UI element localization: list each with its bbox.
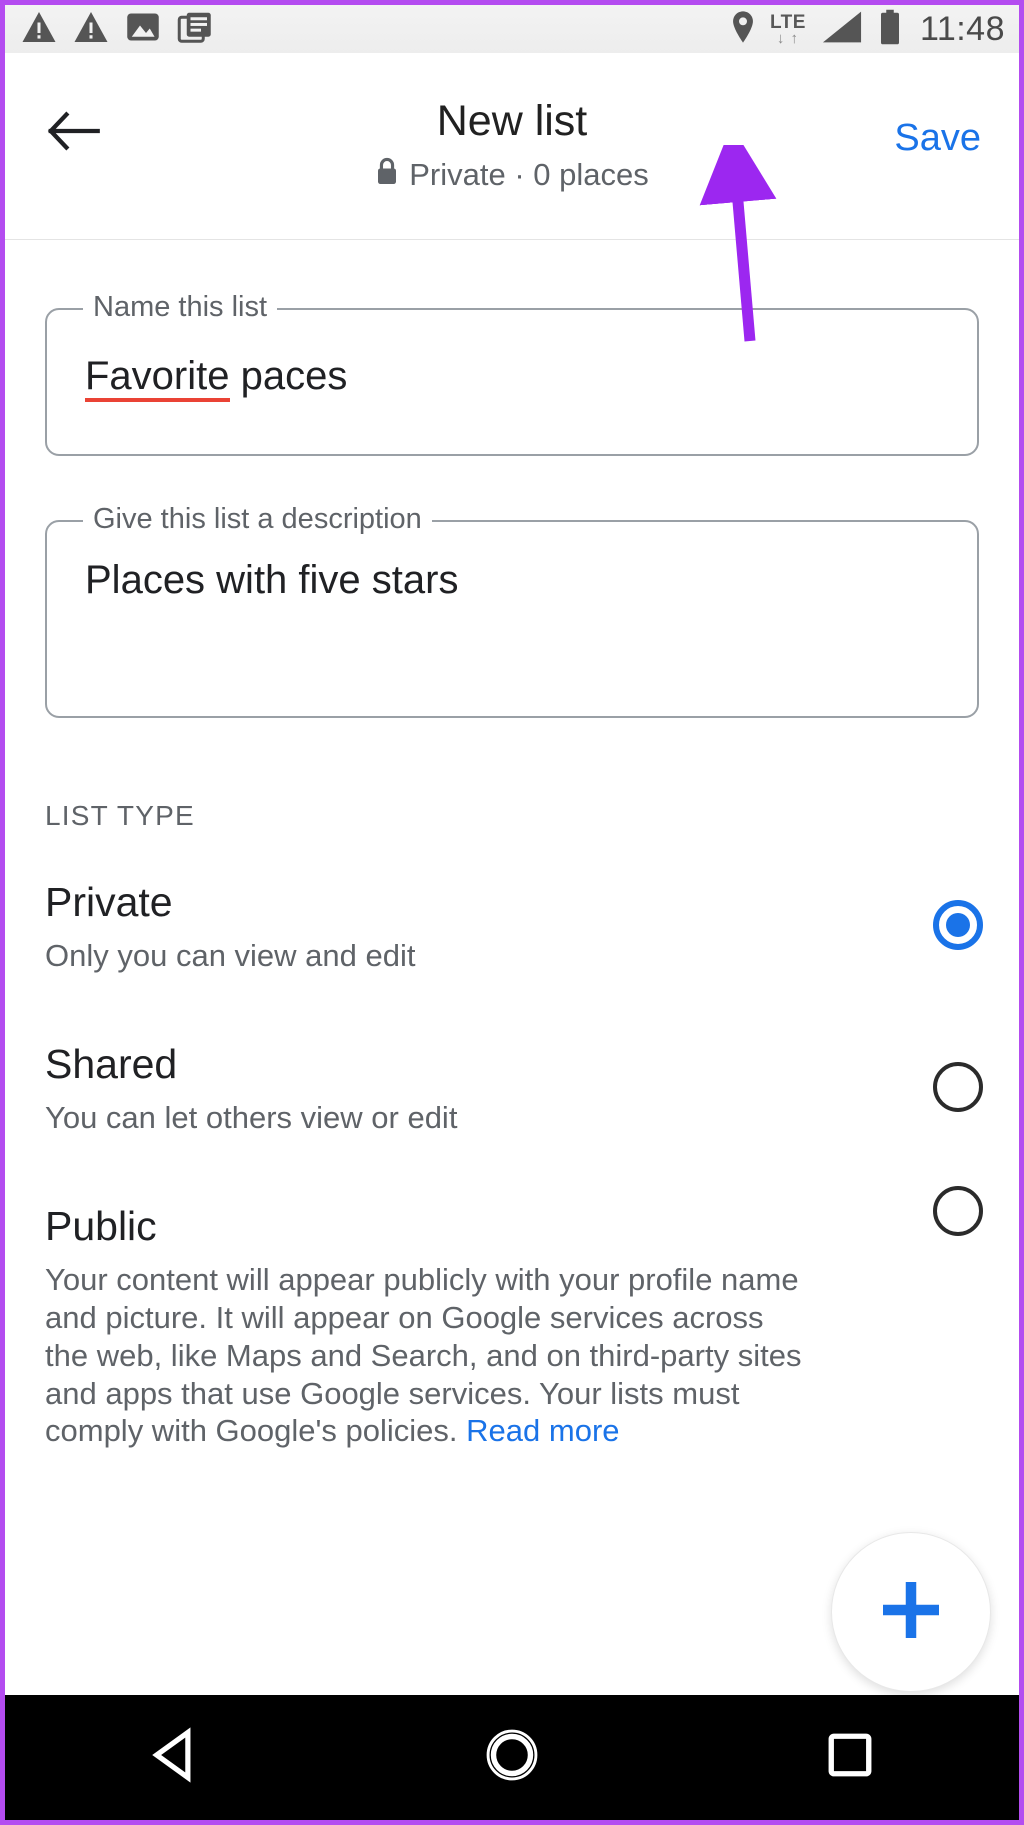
android-nav-bar bbox=[5, 1695, 1019, 1820]
read-more-link[interactable]: Read more bbox=[466, 1413, 619, 1448]
app-bar-titles: New list Private · 0 places bbox=[5, 97, 1019, 194]
back-arrow-icon bbox=[45, 109, 101, 158]
nav-back-button[interactable] bbox=[104, 1695, 244, 1820]
status-bar: LTE ↓ ↑ 11:48 bbox=[5, 5, 1019, 53]
option-title: Public bbox=[45, 1203, 157, 1249]
status-bar-system: LTE ↓ ↑ 11:48 bbox=[730, 9, 1005, 50]
back-triangle-icon bbox=[148, 1727, 200, 1788]
option-description: You can let others view or edit bbox=[45, 1100, 458, 1136]
location-pin-icon bbox=[730, 10, 756, 49]
radio-private-selected[interactable] bbox=[933, 900, 983, 950]
page-subtitle-row: Private · 0 places bbox=[5, 156, 1019, 194]
new-list-form: Name this list Favorite paces Give this … bbox=[5, 293, 1019, 1450]
list-type-option-public[interactable]: Public Your content will appear publicly… bbox=[45, 1142, 983, 1450]
page-title: New list bbox=[436, 97, 588, 145]
lte-indicator: LTE ↓ ↑ bbox=[770, 13, 806, 46]
misspelled-word: Favorite bbox=[85, 354, 230, 402]
nav-recents-button[interactable] bbox=[780, 1695, 920, 1820]
page-subtitle: Private · 0 places bbox=[409, 157, 649, 193]
name-field-value: Favorite paces bbox=[85, 354, 348, 402]
recents-square-icon bbox=[825, 1730, 875, 1785]
description-field-value: Places with five stars bbox=[85, 558, 459, 602]
plus-icon bbox=[876, 1575, 946, 1650]
document-stack-icon bbox=[177, 10, 213, 49]
save-button[interactable]: Save bbox=[886, 113, 989, 164]
battery-full-icon bbox=[878, 9, 902, 50]
photo-image-icon bbox=[125, 10, 161, 49]
name-input-field[interactable]: Name this list Favorite paces bbox=[45, 293, 979, 456]
phone-screen: LTE ↓ ↑ 11:48 New list Private · 0 place… bbox=[0, 0, 1024, 1825]
add-place-fab[interactable] bbox=[831, 1532, 991, 1692]
option-description-text: Your content will appear publicly with y… bbox=[45, 1262, 802, 1449]
signal-bars-icon bbox=[820, 10, 864, 49]
description-field-label: Give this list a description bbox=[83, 505, 432, 534]
nav-home-button[interactable] bbox=[442, 1695, 582, 1820]
description-input-field[interactable]: Give this list a description Places with… bbox=[45, 505, 979, 718]
home-circle-icon bbox=[483, 1726, 541, 1789]
network-type-label: LTE bbox=[769, 11, 806, 33]
option-title: Shared bbox=[45, 1041, 178, 1087]
status-bar-notifications bbox=[21, 10, 213, 49]
option-title: Private bbox=[45, 879, 173, 925]
name-field-label: Name this list bbox=[83, 293, 278, 322]
status-bar-clock: 11:48 bbox=[919, 9, 1005, 48]
lock-icon bbox=[375, 156, 399, 194]
option-description: Your content will appear publicly with y… bbox=[45, 1261, 805, 1450]
radio-shared[interactable] bbox=[933, 1062, 983, 1112]
data-transfer-arrows: ↓ ↑ bbox=[776, 29, 800, 47]
list-type-option-private[interactable]: Private Only you can view and edit bbox=[45, 832, 983, 980]
app-bar: New list Private · 0 places Save bbox=[5, 53, 1019, 240]
radio-public[interactable] bbox=[933, 1186, 983, 1236]
warning-triangle-icon bbox=[73, 10, 109, 49]
option-description: Only you can view and edit bbox=[45, 938, 416, 974]
back-button[interactable] bbox=[41, 101, 105, 165]
list-type-section-label: LIST TYPE bbox=[45, 800, 195, 831]
list-type-option-shared[interactable]: Shared You can let others view or edit bbox=[45, 980, 983, 1142]
name-field-value-rest: paces bbox=[229, 354, 348, 398]
warning-triangle-icon bbox=[21, 10, 57, 49]
